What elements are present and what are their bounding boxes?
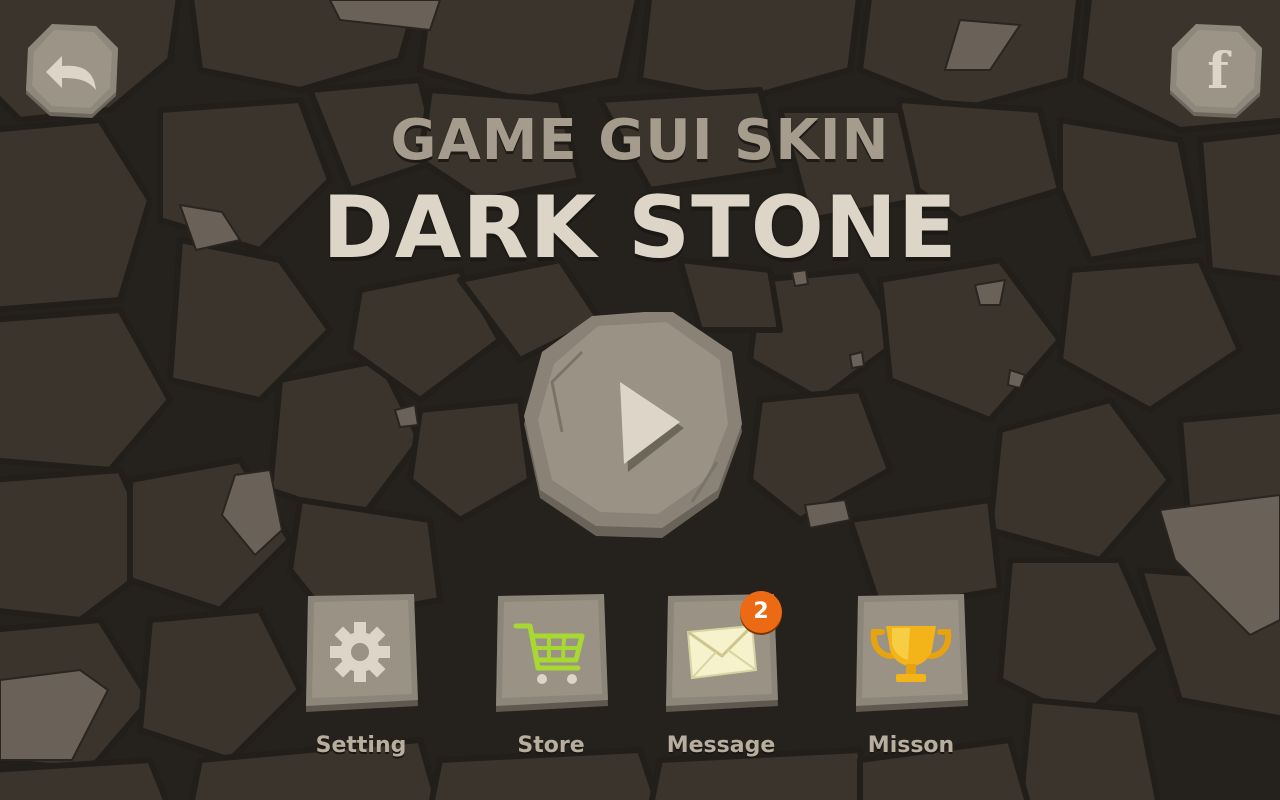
message-count-badge: 2 <box>740 591 782 633</box>
stone-tile-bg <box>306 594 418 712</box>
stone-tile-bg <box>496 594 608 712</box>
stone-tile-bg <box>856 594 968 712</box>
game-subtitle: GAME GUI SKIN <box>390 108 890 173</box>
setting-label: Setting <box>315 733 407 758</box>
play-button[interactable] <box>522 310 746 542</box>
store-label: Store <box>517 733 585 758</box>
gear-icon <box>330 622 390 682</box>
message-label: Message <box>666 733 776 758</box>
stone-play-bg <box>524 310 742 538</box>
facebook-button[interactable]: f <box>1166 22 1266 122</box>
main-menu-screen: GAME GUI SKIN DARK STONE f Setting Store… <box>0 0 1280 800</box>
game-title: DARK STONE <box>322 178 958 278</box>
back-button[interactable] <box>22 22 122 122</box>
envelope-icon <box>686 624 758 680</box>
stone-button-bg <box>26 24 118 118</box>
facebook-icon: f <box>1207 41 1232 100</box>
mission-button[interactable] <box>852 594 970 714</box>
store-button[interactable] <box>492 594 610 714</box>
setting-button[interactable] <box>302 594 420 714</box>
stone-button-bg: f <box>1170 24 1262 118</box>
mission-label: Misson <box>867 733 955 758</box>
